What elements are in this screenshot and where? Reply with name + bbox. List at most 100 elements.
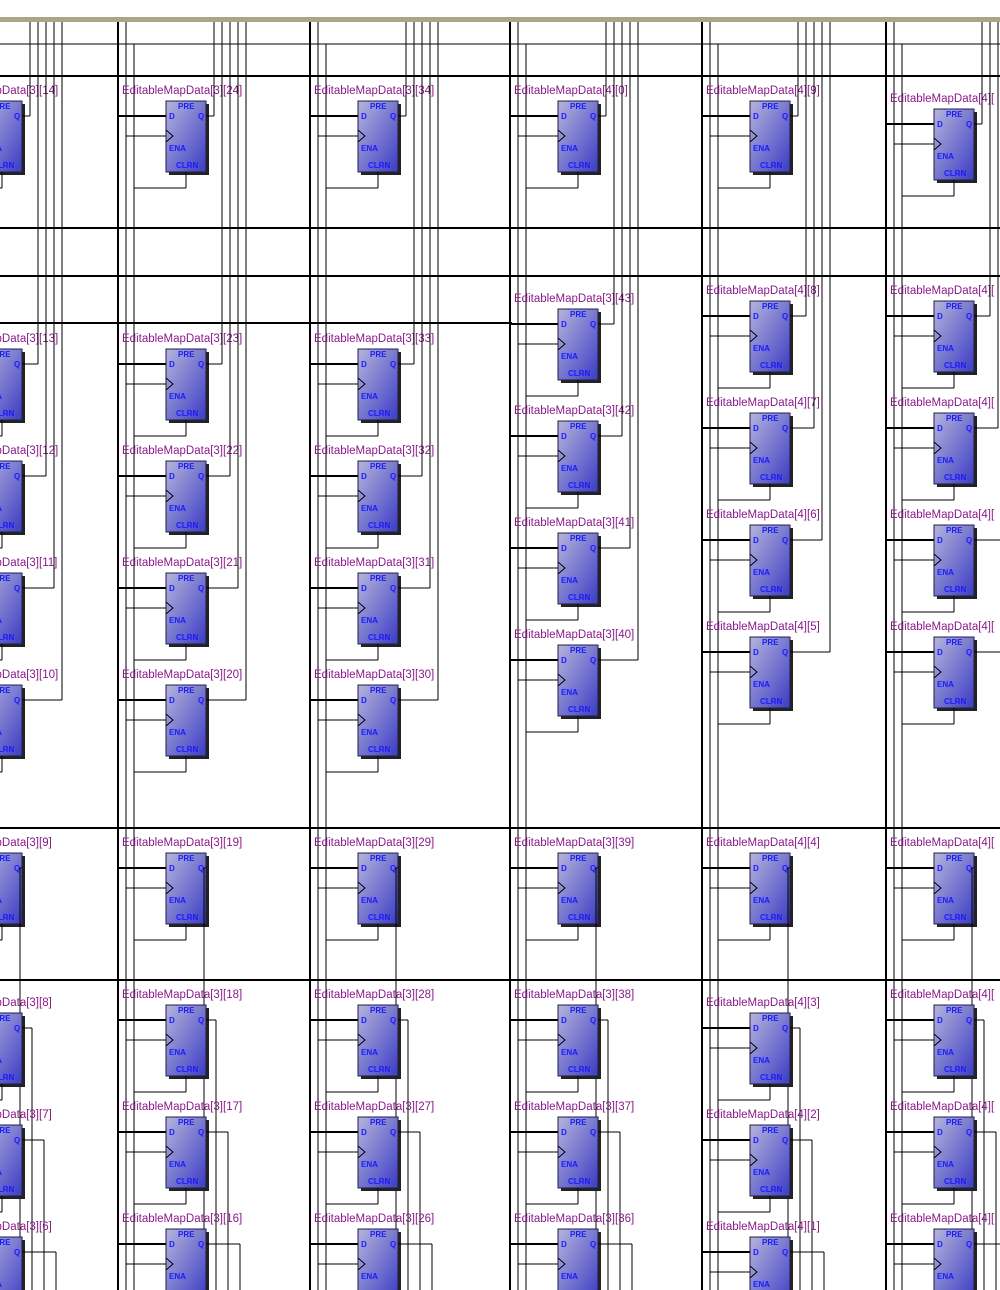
pin-d-label: D (937, 1016, 943, 1025)
flip-flop[interactable]: PRED Q ENA CLRN EditableMapData[3][41] (514, 517, 634, 607)
pin-pre-label: PRE (0, 686, 11, 695)
flip-flop[interactable]: PRED Q ENA CLRN EditableMapData[4][3] (706, 997, 820, 1087)
pin-clrn-label: CLRN (760, 1185, 782, 1194)
pin-q-label: Q (966, 536, 972, 545)
flip-flop[interactable]: PREDQENACLRNEditableMapData[4][ (890, 1101, 995, 1191)
pin-clrn-label: CLRN (368, 521, 390, 530)
flip-flop[interactable]: PRED Q ENA CLRN EditableMapData[3][32] (314, 445, 434, 535)
flip-flop[interactable]: PREDQENACLRNEditableMapData[4][ (890, 509, 995, 599)
pin-pre-label: PRE (570, 422, 587, 431)
pin-d-label: D (937, 864, 943, 873)
flip-flop[interactable]: PRED Q ENA CLRN EditableMapData[3][40] (514, 629, 634, 719)
pin-pre-label: PRE (0, 1126, 11, 1135)
flip-flop[interactable]: PRED Q ENA CLRN EditableMapData[3][43] (514, 293, 634, 383)
pin-ena-label: ENA (361, 392, 378, 401)
pin-ena-label: ENA (937, 456, 954, 465)
flip-flop[interactable]: PREDQENACLRNEditableMapData[3][10] (0, 669, 58, 759)
flip-flop-label: EditableMapData[3][21] (122, 557, 242, 569)
flip-flop[interactable]: PREDQENACLRNEditableMapData[4][1] (706, 1221, 820, 1290)
pin-pre-label: PRE (178, 1118, 195, 1127)
pin-d-label: D (361, 112, 367, 121)
flip-flop[interactable]: PRED Q ENA CLRN EditableMapData[3][31] (314, 557, 434, 647)
pin-clrn-label: CLRN (0, 1185, 14, 1194)
pin-d-label: D (753, 424, 759, 433)
flip-flop[interactable]: PREDQENACLRNEditableMapData[3][9] (0, 837, 52, 927)
flip-flop[interactable]: PRED Q ENA CLRN EditableMapData[4][5] (706, 621, 820, 711)
flip-flop[interactable]: PRED Q ENA CLRN EditableMapData[3][18] (122, 989, 242, 1079)
flip-flop[interactable]: PRED Q ENA CLRN EditableMapData[4][0] (514, 85, 628, 175)
flip-flop[interactable]: PREDQENACLRNEditableMapData[3][26] (314, 1213, 434, 1290)
pin-pre-label: PRE (762, 1238, 779, 1247)
flip-flop-label: EditableMapData[4][7] (706, 397, 820, 409)
flip-flop[interactable]: PRED Q ENA CLRN EditableMapData[4][2] (706, 1109, 820, 1199)
flip-flop[interactable]: PREDQENACLRNEditableMapData[3][36] (514, 1213, 634, 1290)
pin-ena-label: ENA (361, 504, 378, 513)
flip-flop[interactable]: PRED Q ENA CLRN EditableMapData[3][42] (514, 405, 634, 495)
pin-d-label: D (561, 320, 567, 329)
flip-flop[interactable]: PRED Q ENA CLRN EditableMapData[3][38] (514, 989, 634, 1079)
flip-flop[interactable]: PRED Q ENA CLRN EditableMapData[4][7] (706, 397, 820, 487)
flip-flop[interactable]: PRED Q ENA CLRN EditableMapData[4][9] (706, 85, 820, 175)
pin-clrn-label: CLRN (0, 633, 14, 642)
flip-flop[interactable]: PRED Q ENA CLRN EditableMapData[3][39] (514, 837, 634, 927)
pin-d-label: D (361, 1240, 367, 1249)
flip-flop[interactable]: PREDQENACLRNEditableMapData[4][ (890, 989, 995, 1079)
pin-ena-label: ENA (0, 896, 2, 905)
flip-flop[interactable]: PREDQENACLRNEditableMapData[3][11] (0, 557, 57, 647)
flip-flop[interactable]: PREDQENACLRNEditableMapData[3][14] (0, 85, 58, 175)
flip-flop-label: EditableMapData[3][39] (514, 837, 634, 849)
pin-q-label: Q (390, 584, 396, 593)
flip-flop[interactable]: PRED Q ENA CLRN EditableMapData[3][20] (122, 669, 242, 759)
flip-flop-label: EditableMapData[3][7] (0, 1109, 52, 1121)
flip-flop[interactable]: PRED Q ENA CLRN EditableMapData[3][23] (122, 333, 242, 423)
pin-d-label: D (753, 1024, 759, 1033)
flip-flop[interactable]: PREDQENACLRNEditableMapData[3][12] (0, 445, 58, 535)
pin-q-label: Q (782, 1024, 788, 1033)
pin-ena-label: ENA (0, 616, 2, 625)
flip-flop[interactable]: PRED Q ENA CLRN EditableMapData[3][29] (314, 837, 434, 927)
pin-d-label: D (937, 424, 943, 433)
flip-flop-label: EditableMapData[3][31] (314, 557, 434, 569)
pin-ena-label: ENA (937, 1160, 954, 1169)
flip-flop[interactable]: PRED Q ENA CLRN EditableMapData[4][4] (706, 837, 820, 927)
flip-flop[interactable]: PRED Q ENA CLRN EditableMapData[3][22] (122, 445, 242, 535)
flip-flop[interactable]: PRED Q ENA CLRN EditableMapData[3][34] (314, 85, 434, 175)
flip-flop[interactable]: PRED Q ENA CLRN EditableMapData[3][30] (314, 669, 434, 759)
flip-flop[interactable]: PREDQENACLRNEditableMapData[3][8] (0, 997, 52, 1087)
flip-flop[interactable]: PRED Q ENA CLRN EditableMapData[4][6] (706, 509, 820, 599)
pin-pre-label: PRE (762, 854, 779, 863)
schematic-canvas[interactable]: PREDQENACLRNEditableMapData[3][14]PREDQE… (0, 0, 1000, 1290)
flip-flop[interactable]: PREDQENACLRNEditableMapData[4][ (890, 837, 995, 927)
flip-flop[interactable]: PRED Q ENA CLRN EditableMapData[3][28] (314, 989, 434, 1079)
flip-flop[interactable]: PREDQENACLRNEditableMapData[3][16] (122, 1213, 242, 1290)
flip-flop[interactable]: PREDQENACLRNEditableMapData[4][ (890, 397, 995, 487)
flip-flop[interactable]: PRED Q ENA CLRN EditableMapData[3][17] (122, 1101, 242, 1191)
pin-clrn-label: CLRN (944, 585, 966, 594)
pin-d-label: D (561, 432, 567, 441)
pin-pre-label: PRE (178, 574, 195, 583)
flip-flop[interactable]: PRED Q ENA CLRN EditableMapData[3][33] (314, 333, 434, 423)
flip-flop[interactable]: PRED Q ENA CLRN EditableMapData[3][27] (314, 1101, 434, 1191)
flip-flop[interactable]: PRED Q ENA CLRN EditableMapData[3][24] (122, 85, 242, 175)
pin-pre-label: PRE (0, 854, 11, 863)
pin-q-label: Q (390, 696, 396, 705)
flip-flop[interactable]: PREDQENACLRNEditableMapData[4][ (890, 1213, 995, 1290)
flip-flop[interactable]: PRED Q ENA CLRN EditableMapData[4][8] (706, 285, 820, 375)
pin-d-label: D (937, 120, 943, 129)
pin-pre-label: PRE (946, 1118, 963, 1127)
pin-d-label: D (361, 472, 367, 481)
flip-flop-label: EditableMapData[3][38] (514, 989, 634, 1001)
flip-flop[interactable]: PREDQENACLRNEditableMapData[4][ (890, 93, 995, 183)
flip-flop[interactable]: PREDQENACLRNEditableMapData[3][13] (0, 333, 58, 423)
pin-d-label: D (753, 1248, 759, 1257)
pin-d-label: D (937, 1128, 943, 1137)
flip-flop[interactable]: PREDQENACLRNEditableMapData[4][ (890, 621, 995, 711)
pin-q-label: Q (14, 584, 20, 593)
flip-flop[interactable]: PRED Q ENA CLRN EditableMapData[3][21] (122, 557, 242, 647)
pin-ena-label: ENA (937, 896, 954, 905)
flip-flop[interactable]: PRED Q ENA CLRN EditableMapData[3][19] (122, 837, 242, 927)
flip-flop[interactable]: PREDQENACLRNEditableMapData[4][ (890, 285, 995, 375)
schematic-svg[interactable]: PREDQENACLRNEditableMapData[3][14]PREDQE… (0, 0, 1000, 1290)
pin-clrn-label: CLRN (760, 1073, 782, 1082)
flip-flop[interactable]: PRED Q ENA CLRN EditableMapData[3][37] (514, 1101, 634, 1191)
